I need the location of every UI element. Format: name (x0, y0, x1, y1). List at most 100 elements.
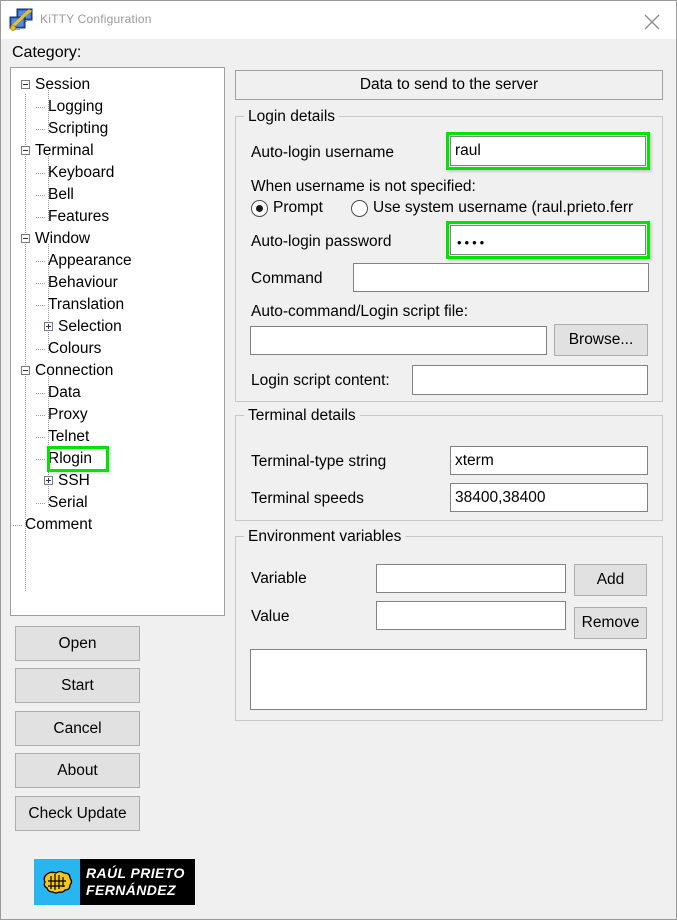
tree-item-translation[interactable]: Translation (44, 294, 124, 316)
tree-item-selection[interactable]: Selection (44, 316, 122, 338)
tree-connector-line (36, 459, 45, 460)
close-icon[interactable] (626, 1, 677, 39)
tree-connector-line (36, 261, 45, 262)
start-button[interactable]: Start (15, 668, 140, 703)
tree-item-data[interactable]: Data (44, 382, 81, 404)
terminal-type-string-label: Terminal-type string (251, 453, 386, 471)
tree-item-label: Colours (48, 340, 101, 357)
variable-input[interactable] (376, 564, 566, 593)
terminal-details-title: Terminal details (244, 407, 360, 425)
open-button[interactable]: Open (15, 626, 140, 661)
panel-header: Data to send to the server (235, 70, 663, 100)
add-button[interactable]: Add (574, 564, 647, 596)
category-tree[interactable]: Session Logging Scripting Terminal Keyboard B… (10, 67, 225, 616)
tree-item-bell[interactable]: Bell (44, 184, 74, 206)
tree-item-label: Selection (58, 318, 122, 335)
terminal-speeds-input[interactable] (450, 483, 648, 512)
tree-item-serial[interactable]: Serial (44, 492, 88, 514)
value-label: Value (251, 608, 290, 626)
tree-connector-line (36, 107, 45, 108)
auto-command-login-script-file-label: Auto-command/Login script file: (251, 303, 468, 321)
tree-connector-line (36, 173, 45, 174)
tree-item-label: Keyboard (48, 164, 114, 181)
tree-item-features[interactable]: Features (44, 206, 109, 228)
auto-login-password-input[interactable]: •••• (450, 225, 646, 255)
when-username-not-specified-label: When username is not specified: (251, 178, 476, 196)
tree-expand-icon[interactable] (44, 322, 53, 331)
tree-item-label: Telnet (48, 428, 89, 445)
tree-collapse-icon[interactable] (21, 146, 30, 155)
variable-label: Variable (251, 570, 307, 588)
environment-variables-title: Environment variables (244, 528, 405, 546)
logo-line-2: FERNÁNDEZ (86, 882, 185, 899)
tree-item-label: Terminal (35, 142, 94, 159)
auto-login-username-input[interactable] (450, 136, 646, 166)
author-logo: RAÚL PRIETO FERNÁNDEZ (34, 859, 195, 905)
tree-item-label: SSH (58, 472, 90, 489)
radio-system-username-label[interactable]: Use system username (raul.prieto.ferr (373, 199, 633, 217)
auto-command-login-script-file-input[interactable] (250, 326, 547, 355)
tree-item-label: Behaviour (48, 274, 118, 291)
title-bar: KiTTY Configuration (1, 1, 677, 39)
auto-login-password-label: Auto-login password (251, 233, 391, 251)
radio-prompt-label[interactable]: Prompt (273, 199, 323, 217)
kitty-monitors-key-icon (9, 7, 35, 33)
radio-system-username[interactable] (351, 200, 368, 217)
login-details-title: Login details (244, 108, 339, 126)
terminal-type-string-input[interactable] (450, 446, 648, 475)
tree-item-terminal[interactable]: Terminal (21, 140, 94, 162)
login-script-content-label: Login script content: (251, 372, 390, 390)
tree-item-scripting[interactable]: Scripting (44, 118, 108, 140)
radio-prompt[interactable] (251, 200, 268, 217)
tree-expand-icon[interactable] (44, 476, 53, 485)
tree-collapse-icon[interactable] (21, 234, 30, 243)
tree-item-session[interactable]: Session (21, 74, 90, 96)
check-update-button[interactable]: Check Update (15, 796, 140, 831)
tree-item-label: Serial (48, 494, 88, 511)
tree-item-connection[interactable]: Connection (21, 360, 113, 382)
tree-item-rlogin[interactable]: Rlogin (44, 448, 92, 470)
tree-item-label: Bell (48, 186, 74, 203)
tree-item-appearance[interactable]: Appearance (44, 250, 132, 272)
tree-item-label: Rlogin (48, 450, 92, 467)
tree-item-window[interactable]: Window (21, 228, 90, 250)
login-script-content-input[interactable] (412, 365, 648, 395)
brain-circuit-icon (34, 859, 80, 905)
tree-connector-line (36, 129, 45, 130)
password-dots: •••• (457, 236, 487, 249)
tree-connector-line (36, 393, 45, 394)
tree-item-label: Session (35, 76, 90, 93)
tree-connector-line (36, 283, 45, 284)
tree-connector-line (36, 349, 45, 350)
tree-item-ssh[interactable]: SSH (44, 470, 90, 492)
tree-connector-line (36, 195, 45, 196)
tree-item-behaviour[interactable]: Behaviour (44, 272, 118, 294)
tree-item-keyboard[interactable]: Keyboard (44, 162, 114, 184)
tree-item-colours[interactable]: Colours (44, 338, 101, 360)
tree-item-label: Connection (35, 362, 113, 379)
tree-item-proxy[interactable]: Proxy (44, 404, 88, 426)
tree-connector-line (36, 217, 45, 218)
window-title: KiTTY Configuration (40, 12, 152, 26)
tree-collapse-icon[interactable] (21, 366, 30, 375)
value-input[interactable] (376, 601, 566, 630)
tree-item-label: Proxy (48, 406, 88, 423)
about-button[interactable]: About (15, 753, 140, 788)
cancel-button[interactable]: Cancel (15, 711, 140, 746)
tree-item-telnet[interactable]: Telnet (44, 426, 89, 448)
environment-variables-list[interactable] (250, 649, 647, 710)
tree-connector-line (36, 437, 45, 438)
terminal-speeds-label: Terminal speeds (251, 490, 364, 508)
tree-item-label: Logging (48, 98, 103, 115)
tree-collapse-icon[interactable] (21, 80, 30, 89)
tree-item-label: Features (48, 208, 109, 225)
tree-connector-line (36, 503, 45, 504)
command-input[interactable] (353, 263, 649, 292)
kitty-configuration-window: KiTTY Configuration Category: SessionLog… (0, 0, 677, 920)
remove-button[interactable]: Remove (574, 607, 647, 639)
tree-item-comment[interactable]: Comment (21, 514, 92, 536)
browse-button[interactable]: Browse... (554, 324, 648, 356)
tree-item-label: Data (48, 384, 81, 401)
tree-item-logging[interactable]: Logging (44, 96, 103, 118)
logo-line-1: RAÚL PRIETO (86, 865, 185, 882)
